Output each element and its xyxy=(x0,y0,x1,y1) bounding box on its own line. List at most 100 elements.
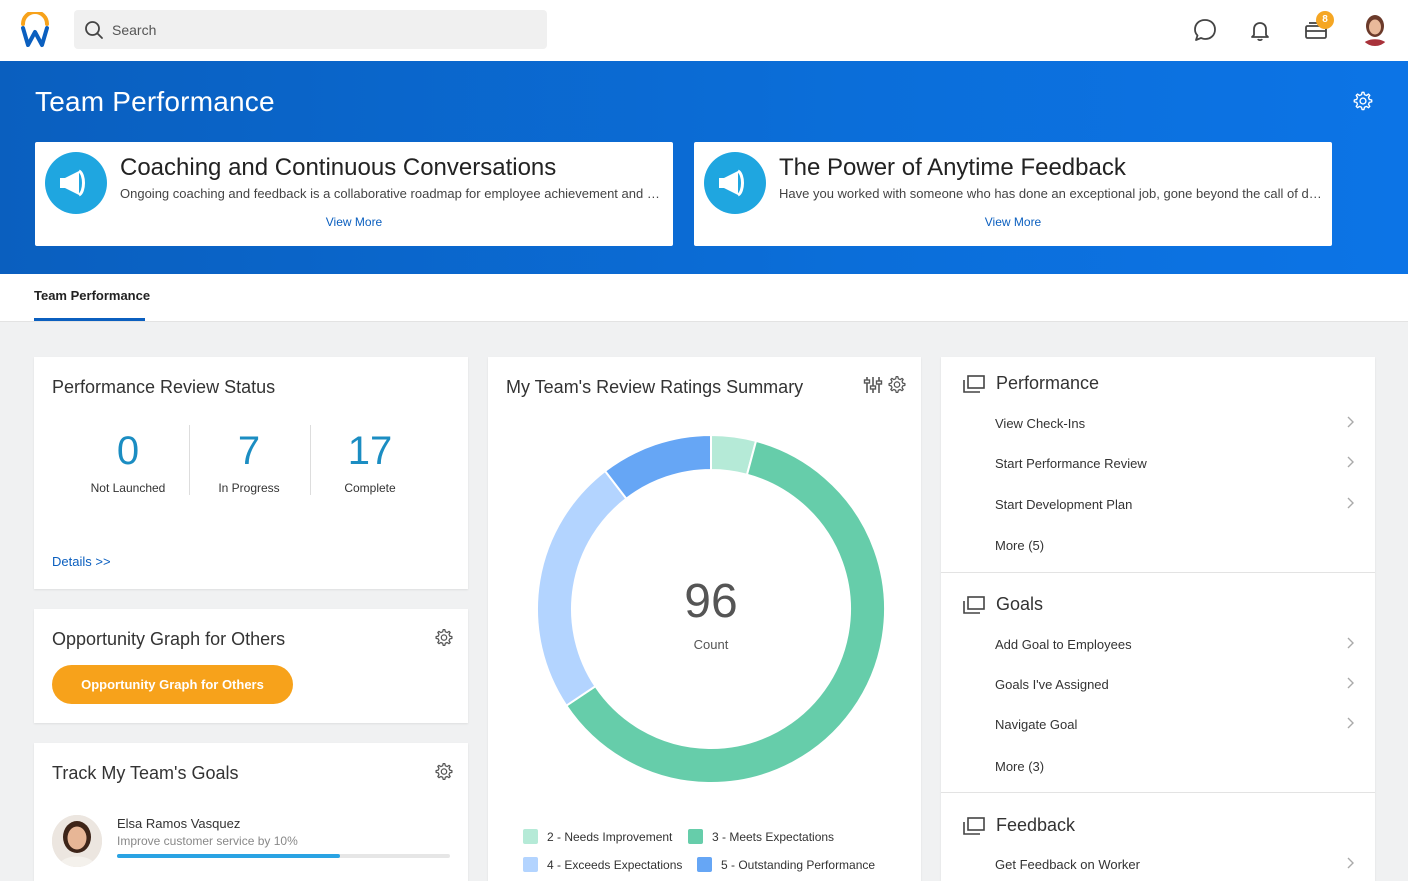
slice-exceeds-expectations[interactable] xyxy=(537,469,628,708)
chevron-right-icon xyxy=(1347,497,1354,509)
promo-description: Have you worked with someone who has don… xyxy=(779,186,1324,201)
menu-item-start-development-plan[interactable]: Start Development Plan xyxy=(995,497,1355,512)
legend-label: 4 - Exceeds Expectations xyxy=(547,858,683,872)
slice-outstanding[interactable] xyxy=(603,435,712,501)
stat-in-progress[interactable]: 7 In Progress xyxy=(189,427,309,495)
legend-item-exceeds-expectations[interactable]: 4 - Exceeds Expectations xyxy=(523,857,682,872)
menu-item-goals-assigned[interactable]: Goals I've Assigned xyxy=(995,677,1355,692)
person-goal: Improve customer service by 10% xyxy=(117,834,298,848)
tab-team-performance[interactable]: Team Performance xyxy=(34,288,150,303)
menu-item-view-check-ins[interactable]: View Check-Ins xyxy=(995,416,1355,431)
view-more-link[interactable]: View More xyxy=(694,215,1332,229)
search-input[interactable] xyxy=(112,10,532,49)
stat-label: In Progress xyxy=(218,481,280,495)
legend-swatch xyxy=(688,829,703,844)
section-title: Goals xyxy=(996,594,1044,614)
menu-item-label: Get Feedback on Worker xyxy=(995,857,1140,872)
opportunity-graph-card: Opportunity Graph for Others Opportunity… xyxy=(34,609,468,723)
card-title: My Team's Review Ratings Summary xyxy=(506,377,804,397)
gear-icon[interactable] xyxy=(434,762,454,782)
stat-value: 17 xyxy=(347,429,393,473)
actions-panel: Performance View Check-Ins Start Perform… xyxy=(941,357,1375,881)
section-divider xyxy=(941,792,1375,793)
hero-banner: Team Performance Coaching and Continuous… xyxy=(0,61,1408,274)
menu-item-label: Add Goal to Employees xyxy=(995,637,1132,652)
promo-card-feedback: The Power of Anytime Feedback Have you w… xyxy=(694,142,1332,246)
stat-not-launched[interactable]: 0 Not Launched xyxy=(68,427,188,495)
donut-center-label: Count xyxy=(694,637,729,652)
goal-progress-fill xyxy=(117,854,341,858)
menu-item-label: More (3) xyxy=(995,759,1045,774)
view-more-link[interactable]: View More xyxy=(35,215,673,229)
legend-label: 3 - Meets Expectations xyxy=(712,830,835,844)
menu-item-more-goals[interactable]: More (3) xyxy=(995,759,1355,774)
menu-item-label: Goals I've Assigned xyxy=(995,677,1109,692)
section-title: Feedback xyxy=(996,815,1076,835)
windows-icon xyxy=(963,375,985,393)
menu-item-navigate-goal[interactable]: Navigate Goal xyxy=(995,717,1355,732)
legend-item-outstanding[interactable]: 5 - Outstanding Performance xyxy=(697,857,875,872)
person-name[interactable]: Elsa Ramos Vasquez xyxy=(117,816,240,831)
card-title: Opportunity Graph for Others xyxy=(52,629,286,649)
chat-icon[interactable] xyxy=(1191,16,1219,44)
promo-description: Ongoing coaching and feedback is a colla… xyxy=(120,186,665,201)
team-goals-card: Track My Team's Goals Elsa Ramos Vasquez… xyxy=(34,743,468,881)
megaphone-icon xyxy=(704,152,766,214)
chevron-right-icon xyxy=(1347,637,1354,649)
menu-item-label: More (5) xyxy=(995,538,1045,553)
menu-item-add-goal[interactable]: Add Goal to Employees xyxy=(995,637,1355,652)
inbox-badge: 8 xyxy=(1316,11,1334,29)
tab-bar: Team Performance xyxy=(0,274,1408,322)
person-avatar[interactable] xyxy=(52,815,102,867)
menu-item-get-feedback[interactable]: Get Feedback on Worker xyxy=(995,857,1355,872)
avatar[interactable] xyxy=(1359,12,1391,46)
gear-icon[interactable] xyxy=(887,375,907,395)
top-bar: 8 xyxy=(0,0,1408,61)
bell-icon[interactable] xyxy=(1246,16,1274,44)
chevron-right-icon xyxy=(1347,857,1354,869)
details-link[interactable]: Details >> xyxy=(52,554,111,569)
chevron-right-icon xyxy=(1347,416,1354,428)
search-icon xyxy=(85,21,103,39)
legend-label: 2 - Needs Improvement xyxy=(547,830,673,844)
legend-item-meets-expectations[interactable]: 3 - Meets Expectations xyxy=(688,829,834,844)
legend-swatch xyxy=(523,829,538,844)
menu-item-label: Navigate Goal xyxy=(995,717,1078,732)
workday-logo[interactable] xyxy=(18,12,52,48)
legend-swatch xyxy=(697,857,712,872)
chevron-right-icon xyxy=(1347,456,1354,468)
menu-item-label: Start Development Plan xyxy=(995,497,1133,512)
promo-title: Coaching and Continuous Conversations xyxy=(120,154,557,181)
opportunity-graph-button[interactable]: Opportunity Graph for Others xyxy=(52,665,293,704)
stat-value: 0 xyxy=(116,429,140,473)
search-box[interactable] xyxy=(74,10,547,49)
menu-item-label: Start Performance Review xyxy=(995,456,1147,471)
legend-item-needs-improvement[interactable]: 2 - Needs Improvement xyxy=(523,829,672,844)
promo-title: The Power of Anytime Feedback xyxy=(779,154,1126,181)
card-title: Performance Review Status xyxy=(52,377,276,397)
menu-item-start-performance-review[interactable]: Start Performance Review xyxy=(995,456,1355,471)
stat-complete[interactable]: 17 Complete xyxy=(310,427,430,495)
megaphone-icon xyxy=(45,152,107,214)
section-divider xyxy=(941,572,1375,573)
active-tab-indicator xyxy=(34,318,145,321)
stat-value: 7 xyxy=(237,429,261,473)
section-title: Performance xyxy=(996,373,1100,393)
gear-icon[interactable] xyxy=(1352,90,1374,112)
windows-icon xyxy=(963,817,985,835)
legend-swatch xyxy=(523,857,538,872)
card-title: Track My Team's Goals xyxy=(52,763,239,783)
page-title: Team Performance xyxy=(35,86,275,117)
ratings-summary-card: My Team's Review Ratings Summary 96 Coun… xyxy=(488,357,921,881)
chevron-right-icon xyxy=(1347,717,1354,729)
windows-icon xyxy=(963,596,985,614)
review-status-card: Performance Review Status 0 Not Launched… xyxy=(34,357,468,589)
filter-sliders-icon[interactable] xyxy=(863,375,883,395)
chevron-right-icon xyxy=(1347,677,1354,689)
stat-label: Not Launched xyxy=(90,481,166,495)
stat-label: Complete xyxy=(344,481,396,495)
gear-icon[interactable] xyxy=(434,628,454,648)
menu-item-label: View Check-Ins xyxy=(995,416,1086,431)
legend-label: 5 - Outstanding Performance xyxy=(721,858,876,872)
menu-item-more-performance[interactable]: More (5) xyxy=(995,538,1355,553)
